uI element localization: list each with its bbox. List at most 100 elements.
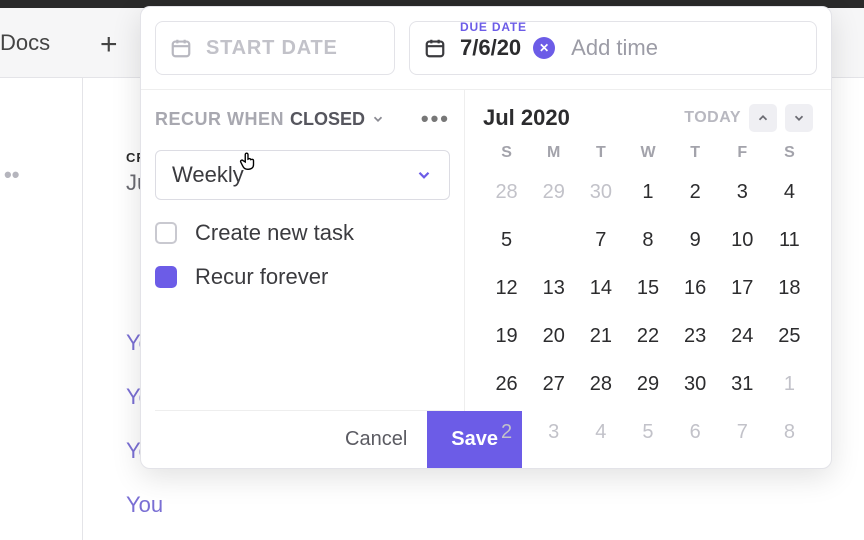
calendar-day[interactable]: 28 [483, 170, 530, 214]
frequency-select[interactable]: Weekly [155, 150, 450, 200]
divider [82, 78, 83, 540]
modal-body: RECUR WHEN CLOSED ••• Weekly Create new … [141, 89, 831, 468]
calendar-day[interactable]: 5 [483, 218, 530, 262]
calendar-day[interactable]: 17 [719, 266, 766, 310]
month-label: Jul 2020 [483, 105, 570, 131]
date-row: START DATE DUE DATE 7/6/20 ✕ Add time [141, 7, 831, 89]
frequency-value: Weekly [172, 162, 244, 188]
week-row: 2627282930311 [483, 362, 813, 406]
calendar-day[interactable]: 7 [719, 410, 766, 454]
calendar-day[interactable]: 16 [672, 266, 719, 310]
weekday-label: S [483, 144, 530, 162]
next-month-button[interactable] [785, 104, 813, 132]
today-button[interactable]: TODAY [684, 109, 741, 127]
sidebar-dots[interactable]: •• [0, 162, 19, 188]
weekday-row: SMTWTFS [483, 144, 813, 162]
bg-row: You [126, 492, 163, 518]
due-date-value: 7/6/20 [460, 35, 521, 61]
calendar-day[interactable]: 18 [766, 266, 813, 310]
calendar-day[interactable]: 2 [672, 170, 719, 214]
calendar-day[interactable]: 5 [624, 410, 671, 454]
calendar-day[interactable]: 1 [766, 362, 813, 406]
week-row: 2345678 [483, 410, 813, 454]
recur-forever-option[interactable]: Recur forever [155, 264, 450, 290]
calendar-day[interactable]: 31 [719, 362, 766, 406]
calendar-panel: Jul 2020 TODAY SMTWTFS 28293012345678910… [465, 90, 831, 468]
due-date-field[interactable]: DUE DATE 7/6/20 ✕ Add time [409, 21, 817, 75]
recur-header: RECUR WHEN CLOSED ••• [155, 106, 450, 132]
create-new-task-option[interactable]: Create new task [155, 220, 450, 246]
calendar-day[interactable]: 30 [672, 362, 719, 406]
calendar-day[interactable]: 3 [719, 170, 766, 214]
docs-label[interactable]: Docs [0, 30, 50, 56]
calendar-icon [170, 37, 192, 59]
calendar-day[interactable]: 23 [672, 314, 719, 358]
calendar-day[interactable]: 4 [577, 410, 624, 454]
checkbox-checked[interactable] [155, 266, 177, 288]
chevron-down-icon [415, 166, 433, 184]
week-row: 19202122232425 [483, 314, 813, 358]
clear-due-date-button[interactable]: ✕ [533, 37, 555, 59]
due-date-label: DUE DATE [460, 20, 527, 34]
recur-forever-label: Recur forever [195, 264, 328, 290]
weekday-label: F [719, 144, 766, 162]
calendar-day[interactable]: 11 [766, 218, 813, 262]
calendar-day[interactable]: 19 [483, 314, 530, 358]
calendar-day[interactable]: 22 [624, 314, 671, 358]
recur-trigger-select[interactable]: CLOSED [290, 109, 385, 130]
chevron-up-icon [756, 111, 770, 125]
calendar-day[interactable]: 13 [530, 266, 577, 310]
calendar-day[interactable]: 30 [577, 170, 624, 214]
week-row: 2829301234 [483, 170, 813, 214]
weekday-label: S [766, 144, 813, 162]
checkbox-unchecked[interactable] [155, 222, 177, 244]
prev-month-button[interactable] [749, 104, 777, 132]
calendar-day[interactable]: 10 [719, 218, 766, 262]
recur-when-label: RECUR WHEN [155, 109, 284, 130]
weekday-label: T [672, 144, 719, 162]
calendar-day[interactable]: 6 [672, 410, 719, 454]
more-options-button[interactable]: ••• [421, 106, 450, 132]
weekday-label: M [530, 144, 577, 162]
week-row: 12131415161718 [483, 266, 813, 310]
calendar-day[interactable]: 6 [530, 218, 577, 262]
week-row: 567891011 [483, 218, 813, 262]
calendar-day[interactable]: 28 [577, 362, 624, 406]
modal-footer: Cancel Save [155, 410, 450, 468]
calendar-day[interactable]: 27 [530, 362, 577, 406]
calendar-day[interactable]: 24 [719, 314, 766, 358]
calendar-day[interactable]: 15 [624, 266, 671, 310]
calendar-day[interactable]: 3 [530, 410, 577, 454]
calendar-day[interactable]: 4 [766, 170, 813, 214]
start-date-placeholder: START DATE [206, 37, 338, 60]
recur-closed-label: CLOSED [290, 109, 365, 130]
start-date-field[interactable]: START DATE [155, 21, 395, 75]
calendar-grid: 2829301234567891011121314151617181920212… [483, 170, 813, 454]
calendar-day[interactable]: 29 [530, 170, 577, 214]
weekday-label: W [624, 144, 671, 162]
chevron-down-icon [792, 111, 806, 125]
calendar-day[interactable]: 2 [483, 410, 530, 454]
calendar-day[interactable]: 14 [577, 266, 624, 310]
calendar-day[interactable]: 26 [483, 362, 530, 406]
weekday-label: T [577, 144, 624, 162]
calendar-icon [424, 37, 446, 59]
calendar-day[interactable]: 7 [577, 218, 624, 262]
calendar-day[interactable]: 21 [577, 314, 624, 358]
create-new-task-label: Create new task [195, 220, 354, 246]
calendar-day[interactable]: 8 [766, 410, 813, 454]
date-recurrence-modal: START DATE DUE DATE 7/6/20 ✕ Add time RE… [140, 6, 832, 469]
calendar-day[interactable]: 20 [530, 314, 577, 358]
add-time-button[interactable]: Add time [571, 35, 658, 61]
recur-panel: RECUR WHEN CLOSED ••• Weekly Create new … [141, 90, 465, 468]
calendar-day[interactable]: 1 [624, 170, 671, 214]
chevron-down-icon [371, 112, 385, 126]
calendar-day[interactable]: 25 [766, 314, 813, 358]
cancel-button[interactable]: Cancel [325, 428, 427, 451]
calendar-day[interactable]: 12 [483, 266, 530, 310]
calendar-day[interactable]: 8 [624, 218, 671, 262]
plus-icon[interactable]: + [100, 28, 118, 62]
calendar-header: Jul 2020 TODAY [483, 104, 813, 132]
calendar-day[interactable]: 29 [624, 362, 671, 406]
calendar-day[interactable]: 9 [672, 218, 719, 262]
